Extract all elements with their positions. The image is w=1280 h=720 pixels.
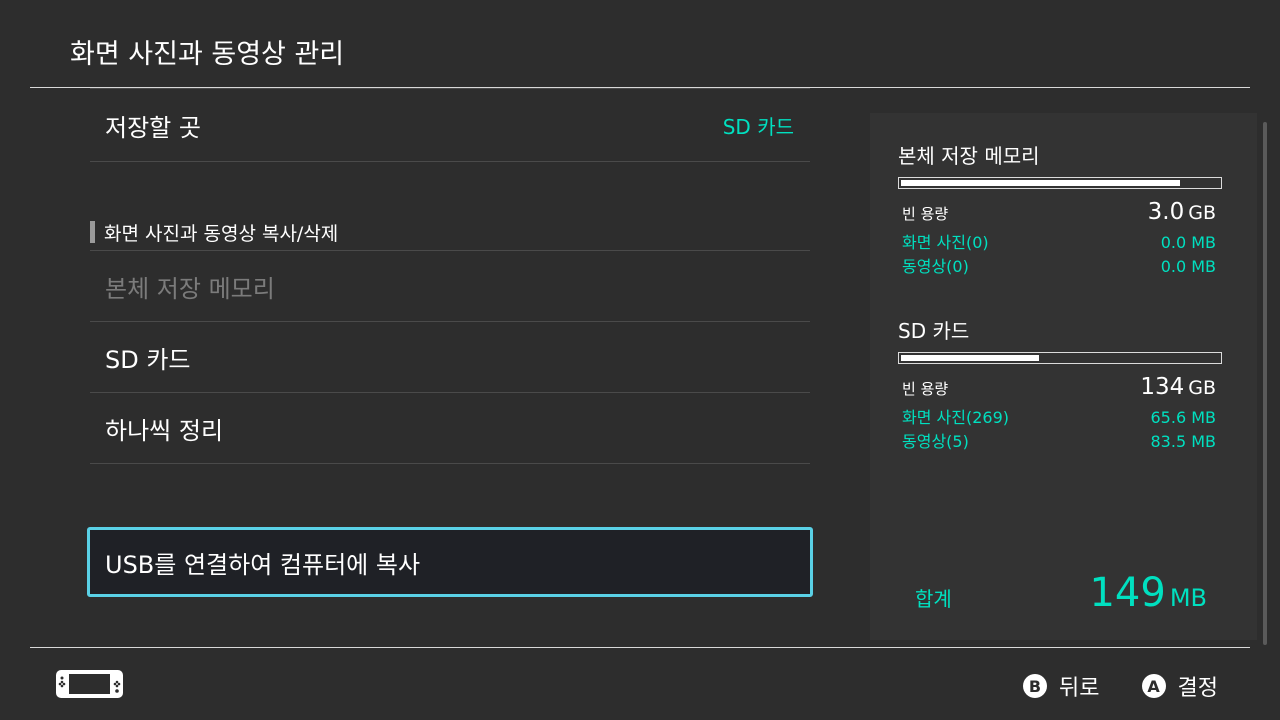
storage-panel: 본체 저장 메모리 빈 용량 3.0 GB 화면 사진(0) 0.0 MB 동영상…	[870, 113, 1257, 640]
footer-divider	[30, 647, 1250, 648]
section-marker	[90, 221, 95, 243]
save-location-value: SD 카드	[722, 114, 794, 139]
internal-videos-row: 동영상(0) 0.0 MB	[902, 257, 1216, 276]
save-location-row[interactable]: 저장할 곳 SD 카드	[90, 89, 810, 161]
handheld-console-icon	[55, 669, 124, 699]
internal-storage-section: 본체 저장 메모리 빈 용량 3.0 GB 화면 사진(0) 0.0 MB 동영상…	[898, 140, 1222, 279]
internal-storage-header: 본체 저장 메모리	[898, 144, 1040, 168]
total-label: 합계	[915, 587, 952, 611]
page-title: 화면 사진과 동영상 관리	[70, 39, 345, 70]
sd-storage-section: SD 카드 빈 용량 134 GB 화면 사진(269) 65.6 MB 동영상(…	[898, 315, 1222, 454]
sd-videos-row: 동영상(5) 83.5 MB	[902, 432, 1216, 451]
back-label: 뒤로	[1059, 676, 1100, 701]
internal-photos-row: 화면 사진(0) 0.0 MB	[902, 233, 1216, 252]
section-header: 화면 사진과 동영상 복사/삭제	[90, 214, 810, 250]
usb-copy-button[interactable]: USB를 연결하여 컴퓨터에 복사	[87, 527, 813, 597]
sd-storage-header: SD 카드	[898, 319, 970, 343]
settings-list: 저장할 곳 SD 카드 화면 사진과 동영상 복사/삭제 본체 저장 메모리 S…	[90, 88, 810, 464]
a-button-icon: A	[1141, 674, 1166, 698]
internal-storage-meter	[898, 177, 1222, 189]
internal-free-label: 빈 용량	[902, 205, 949, 223]
menu-item-sd-card[interactable]: SD 카드	[90, 322, 810, 392]
section-header-label: 화면 사진과 동영상 복사/삭제	[104, 222, 339, 245]
scrollbar[interactable]	[1263, 122, 1267, 645]
total-row: 합계 149 MB	[915, 570, 1207, 616]
internal-free-amount: 3.0 GB	[1147, 199, 1216, 225]
confirm-label: 결정	[1177, 676, 1218, 701]
menu-item-organize-individually[interactable]: 하나씩 정리	[90, 393, 810, 463]
confirm-button[interactable]: A 결정	[1141, 670, 1218, 702]
total-amount: 149 MB	[1089, 570, 1207, 616]
sd-storage-meter	[898, 352, 1222, 364]
sd-storage-meter-fill	[901, 355, 1039, 361]
sd-photos-row: 화면 사진(269) 65.6 MB	[902, 408, 1216, 427]
sd-free-amount: 134 GB	[1140, 374, 1216, 400]
back-button[interactable]: B 뒤로	[1023, 670, 1100, 702]
sd-free-label: 빈 용량	[902, 380, 949, 398]
internal-storage-meter-fill	[901, 180, 1181, 186]
footer-controls: B 뒤로 A 결정	[981, 670, 1218, 702]
menu-item-internal-memory: 본체 저장 메모리	[105, 274, 275, 303]
save-location-label: 저장할 곳	[105, 113, 201, 142]
b-button-icon: B	[1023, 674, 1048, 698]
